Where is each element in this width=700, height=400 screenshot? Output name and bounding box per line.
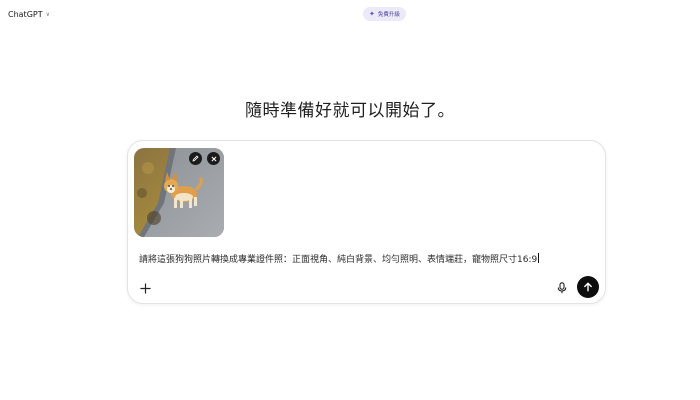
upgrade-button[interactable]: ✦ 免費升級 <box>363 7 406 21</box>
composer: 請將這張狗狗照片轉換成專業證件照：正面視角、純白背景、均勻照明、表情端莊，寵物照… <box>127 140 606 304</box>
add-attachment-button[interactable] <box>137 280 153 296</box>
chat-page: ChatGPT ∨ ✦ 免費升級 隨時準備好就可以開始了。 請將這張狗狗照片轉換… <box>0 0 700 400</box>
attachment-thumbnail[interactable] <box>134 148 224 237</box>
model-name: ChatGPT <box>8 10 43 19</box>
page-headline: 隨時準備好就可以開始了。 <box>245 101 455 121</box>
close-icon <box>211 156 216 161</box>
voice-input-button[interactable] <box>554 280 570 296</box>
sparkle-icon: ✦ <box>369 9 375 18</box>
upgrade-label: 免費升級 <box>377 12 400 18</box>
remove-image-button[interactable] <box>207 152 220 165</box>
chevron-down-icon: ∨ <box>45 10 51 18</box>
text-caret <box>538 253 540 263</box>
send-button[interactable] <box>577 276 599 298</box>
model-switcher[interactable]: ChatGPT ∨ <box>6 8 52 21</box>
microphone-icon <box>557 282 567 294</box>
plus-icon <box>139 282 151 294</box>
pencil-icon <box>192 155 199 162</box>
prompt-input[interactable]: 請將這張狗狗照片轉換成專業證件照：正面視角、純白背景、均勻照明、表情端莊，寵物照… <box>139 252 601 265</box>
arrow-up-icon <box>584 282 592 292</box>
prompt-text: 請將這張狗狗照片轉換成專業證件照：正面視角、純白背景、均勻照明、表情端莊，寵物照… <box>139 255 538 265</box>
edit-image-button[interactable] <box>189 152 202 165</box>
